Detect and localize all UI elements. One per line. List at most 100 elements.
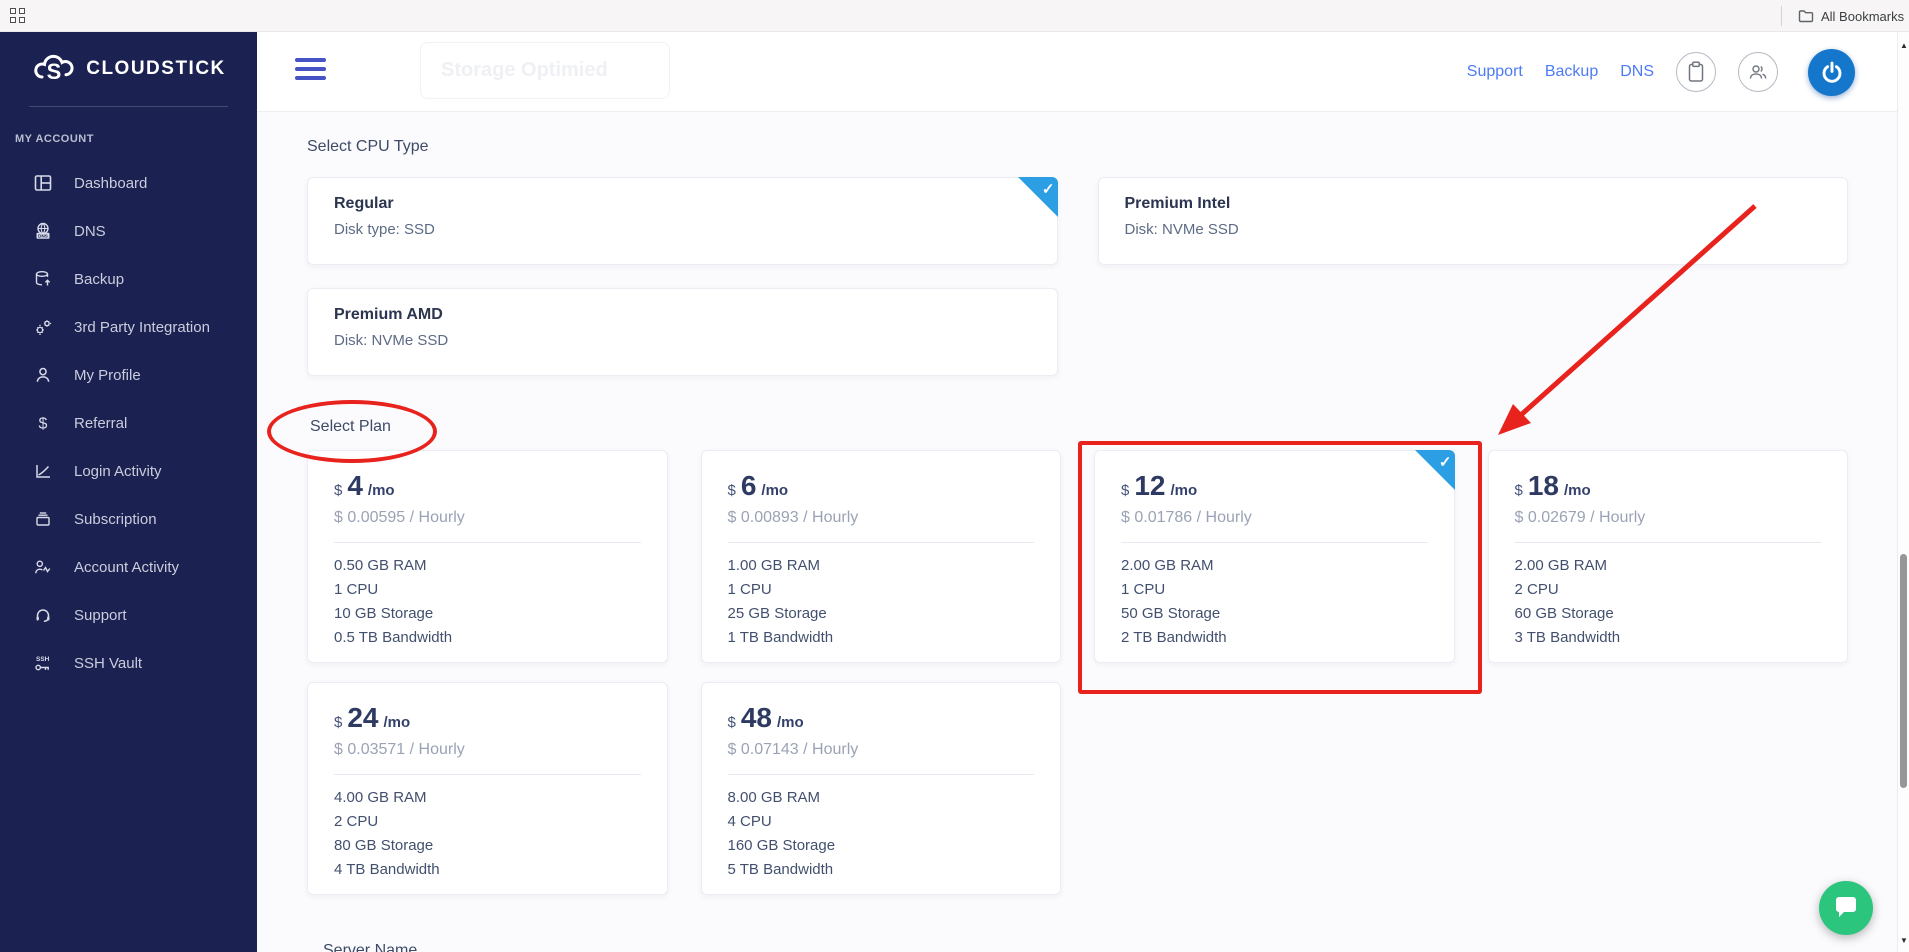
plans-grid: $4/mo $ 0.00595 / Hourly 0.50 GB RAM 1 C… [307,450,1848,895]
users-icon [1749,65,1767,79]
accounts-button[interactable] [1738,52,1778,92]
plan-price: $12/mo [1121,470,1198,501]
plan-spec-ram: 2.00 GB RAM [1514,557,1608,574]
cpu-card-name: Regular [334,195,394,212]
sidebar-item-account-activity[interactable]: Account Activity [0,543,257,591]
plan-spec-ram: 1.00 GB RAM [727,557,821,574]
cpu-card-premium-amd[interactable]: Premium AMD Disk: NVMe SSD [307,288,1058,376]
sidebar-item-referral[interactable]: $ Referral [0,399,257,447]
plan-card-4[interactable]: $4/mo $ 0.00595 / Hourly 0.50 GB RAM 1 C… [307,450,668,663]
plan-spec-ram: 2.00 GB RAM [1121,557,1214,574]
plan-card-12-selected[interactable]: ✓ $12/mo $ 0.01786 / Hourly 2.00 GB RAM … [1094,450,1455,663]
cloudstick-logo[interactable]: S CLOUDSTICK [0,32,257,106]
headset-icon [33,605,53,625]
cpu-card-name: Premium Intel [1124,195,1231,212]
plan-hourly-price: $ 0.01786 / Hourly [1121,509,1252,526]
plan-spec-storage: 25 GB Storage [727,605,827,622]
plan-hourly-price: $ 0.00595 / Hourly [334,509,465,526]
logout-power-button[interactable] [1808,48,1855,96]
sidebar-item-label: DNS [74,222,106,240]
all-bookmarks-button[interactable]: All Bookmarks [1798,0,1904,32]
svg-text:DNS: DNS [38,234,48,239]
cpu-card-name: Premium AMD [334,306,443,323]
plan-spec-storage: 60 GB Storage [1514,605,1614,622]
header-link-dns[interactable]: DNS [1620,63,1654,81]
sidebar-nav: Dashboard DNS DNS Backup 3rd Party Integ… [0,159,257,687]
clipboard-icon [1688,61,1704,82]
browser-scrollbar[interactable]: ▲ ▼ [1897,32,1909,952]
plan-card-24[interactable]: $24/mo $ 0.03571 / Hourly 4.00 GB RAM 2 … [307,682,668,895]
plan-price: $24/mo [334,702,411,733]
plan-spec-cpu: 4 CPU [727,813,772,830]
sidebar-item-label: Backup [74,270,125,288]
plan-spec-bandwidth: 2 TB Bandwidth [1121,629,1227,646]
plan-spec-bandwidth: 5 TB Bandwidth [727,861,834,878]
menu-toggle-button[interactable] [295,58,326,84]
cloudstick-logo-icon: S [34,54,74,84]
chart-icon [33,461,53,481]
integration-gears-icon [33,317,53,337]
header-link-backup[interactable]: Backup [1545,63,1598,81]
sidebar-item-3rd-party-integration[interactable]: 3rd Party Integration [0,303,257,351]
dollar-icon: $ [33,413,53,433]
scrollbar-thumb[interactable] [1900,554,1907,788]
sidebar-item-backup[interactable]: Backup [0,255,257,303]
cpu-card-disk: Disk type: SSD [334,221,435,238]
sidebar-item-label: Dashboard [74,174,148,192]
server-name-label: Server Name [323,942,418,952]
plan-divider [334,774,641,775]
scrollbar-up-arrow[interactable]: ▲ [1898,41,1909,50]
sidebar-item-label: Login Activity [74,462,162,480]
cpu-section-title: Select CPU Type [307,138,429,155]
plan-spec-storage: 50 GB Storage [1121,605,1221,622]
plan-divider [1514,542,1821,543]
cloudstick-app: All Bookmarks S CLOUDSTICK MY ACCOUNT Da… [0,0,1909,952]
svg-text:$: $ [39,416,48,433]
apps-grid-icon[interactable] [10,8,25,23]
sidebar-item-label: Subscription [74,510,157,528]
sidebar-divider [29,106,228,107]
top-header: Storage Optimied Support Backup DNS [257,32,1897,112]
plan-spec-ram: 0.50 GB RAM [334,557,427,574]
plan-spec-cpu: 1 CPU [334,581,379,598]
profile-icon [33,365,53,385]
scrollbar-down-arrow[interactable]: ▼ [1898,936,1909,945]
cpu-card-regular[interactable]: ✓ Regular Disk type: SSD [307,177,1058,265]
sidebar-item-label: Referral [74,414,128,432]
chat-icon [1836,897,1856,917]
plan-hourly-price: $ 0.02679 / Hourly [1514,509,1646,526]
bookmarks-divider [1781,6,1782,26]
sidebar-item-my-profile[interactable]: My Profile [0,351,257,399]
sidebar-item-subscription[interactable]: Subscription [0,495,257,543]
sidebar-item-ssh-vault[interactable]: SSH SSH Vault [0,639,257,687]
cpu-card-premium-intel[interactable]: Premium Intel Disk: NVMe SSD [1097,177,1848,265]
plan-spec-cpu: 2 CPU [1514,581,1559,598]
svg-text:SSH: SSH [36,656,50,663]
sidebar-item-login-activity[interactable]: Login Activity [0,447,257,495]
plan-card-18[interactable]: $18/mo $ 0.02679 / Hourly 2.00 GB RAM 2 … [1487,450,1848,663]
sidebar-item-support[interactable]: Support [0,591,257,639]
plan-spec-storage: 10 GB Storage [334,605,434,622]
plan-card-6[interactable]: $6/mo $ 0.00893 / Hourly 1.00 GB RAM 1 C… [700,450,1061,663]
all-bookmarks-label: All Bookmarks [1821,8,1905,24]
sidebar-section-label: MY ACCOUNT [15,133,94,145]
sidebar-item-dashboard[interactable]: Dashboard [0,159,257,207]
power-icon [1822,61,1841,83]
plan-section-title: Select Plan [310,418,391,435]
plan-spec-bandwidth: 0.5 TB Bandwidth [334,629,453,646]
clipboard-button[interactable] [1676,52,1716,92]
plan-hourly-price: $ 0.03571 / Hourly [334,741,465,758]
plan-spec-bandwidth: 4 TB Bandwidth [334,861,440,878]
plan-price: $48/mo [727,702,804,733]
plan-card-48[interactable]: $48/mo $ 0.07143 / Hourly 8.00 GB RAM 4 … [700,682,1061,895]
sidebar-item-label: Support [74,606,127,624]
plan-spec-cpu: 1 CPU [727,581,772,598]
backup-icon [33,269,53,289]
header-link-support[interactable]: Support [1467,63,1523,81]
cpu-card-disk: Disk: NVMe SSD [334,332,449,349]
dashboard-icon [33,173,53,193]
sidebar-item-dns[interactable]: DNS DNS [0,207,257,255]
header-actions: Support Backup DNS [1467,32,1855,112]
live-chat-button[interactable] [1819,881,1873,935]
sidebar-item-label: SSH Vault [74,654,143,672]
